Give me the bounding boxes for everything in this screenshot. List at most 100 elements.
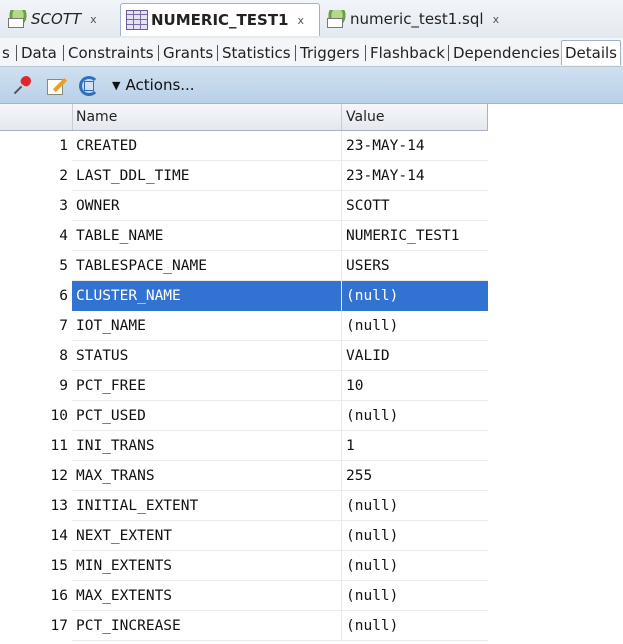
close-icon[interactable]: x	[90, 13, 97, 26]
table-row[interactable]: 14 NEXT_EXTENT (null)	[0, 521, 488, 551]
table-row[interactable]: 5 TABLESPACE_NAME USERS	[0, 251, 488, 281]
property-name-cell[interactable]: LAST_DDL_TIME	[72, 161, 342, 191]
row-number: 12	[50, 468, 68, 484]
property-value-cell[interactable]: (null)	[342, 581, 488, 611]
grid-header: Name Value	[0, 104, 488, 131]
edit-icon[interactable]	[46, 75, 66, 95]
sql-file-icon	[327, 10, 347, 28]
subtab-separator	[448, 45, 449, 61]
table-row[interactable]: 11 INI_TRANS 1	[0, 431, 488, 461]
table-row[interactable]: 17 PCT_INCREASE (null)	[0, 611, 488, 641]
tab-numeric-test1-sql[interactable]: numeric_test1.sql x	[327, 4, 527, 34]
property-value-cell[interactable]: (null)	[342, 311, 488, 341]
table-row[interactable]: 8 STATUS VALID	[0, 341, 488, 371]
subtab-details[interactable]: Details	[561, 40, 622, 65]
subtab-data[interactable]: Data	[21, 41, 57, 65]
column-header-name[interactable]: Name	[72, 104, 342, 130]
property-value-cell[interactable]: SCOTT	[342, 191, 488, 221]
row-number: 3	[59, 198, 68, 214]
property-name-cell[interactable]: INI_TRANS	[72, 431, 342, 461]
subtab-columns-partial[interactable]: s	[2, 41, 10, 65]
row-number: 7	[59, 318, 68, 334]
actions-menu-button[interactable]: ▼ Actions...	[112, 75, 195, 95]
row-number: 17	[50, 618, 68, 634]
table-icon	[126, 10, 148, 30]
property-name-cell[interactable]: MAX_EXTENTS	[72, 581, 342, 611]
property-value-cell[interactable]: 255	[342, 461, 488, 491]
property-name-cell[interactable]: TABLE_NAME	[72, 221, 342, 251]
row-number: 2	[59, 168, 68, 184]
property-name-cell[interactable]: PCT_USED	[72, 401, 342, 431]
close-icon[interactable]: x	[298, 14, 305, 27]
row-number-header	[0, 104, 73, 130]
property-name-cell[interactable]: INITIAL_EXTENT	[72, 491, 342, 521]
property-name-cell[interactable]: CLUSTER_NAME	[72, 281, 342, 311]
property-name-cell[interactable]: MIN_EXTENTS	[72, 551, 342, 581]
property-name-cell[interactable]: CREATED	[72, 131, 342, 161]
property-value-cell[interactable]: NUMERIC_TEST1	[342, 221, 488, 251]
subtab-separator	[63, 45, 64, 61]
table-row[interactable]: 1 CREATED 23-MAY-14	[0, 131, 488, 161]
details-toolbar: ▼ Actions...	[0, 67, 623, 104]
table-row[interactable]: 16 MAX_EXTENTS (null)	[0, 581, 488, 611]
pin-icon[interactable]	[15, 75, 35, 95]
table-row[interactable]: 13 INITIAL_EXTENT (null)	[0, 491, 488, 521]
property-value-cell[interactable]: (null)	[342, 611, 488, 641]
property-value-cell[interactable]: (null)	[342, 281, 488, 311]
subtab-flashback[interactable]: Flashback	[370, 41, 445, 65]
column-header-value[interactable]: Value	[342, 104, 488, 130]
property-name-cell[interactable]: NEXT_EXTENT	[72, 521, 342, 551]
dropdown-caret-icon: ▼	[112, 78, 121, 92]
subtab-separator	[295, 45, 296, 61]
subtab-separator	[217, 45, 218, 61]
property-name-cell[interactable]: TABLESPACE_NAME	[72, 251, 342, 281]
row-number: 15	[50, 558, 68, 574]
table-row[interactable]: 4 TABLE_NAME NUMERIC_TEST1	[0, 221, 488, 251]
subtab-statistics[interactable]: Statistics	[222, 41, 291, 65]
subtab-grants[interactable]: Grants	[163, 41, 213, 65]
sql-connection-icon	[8, 10, 28, 28]
subtab-constraints[interactable]: Constraints	[68, 41, 154, 65]
row-number: 14	[50, 528, 68, 544]
table-row[interactable]: 7 IOT_NAME (null)	[0, 311, 488, 341]
close-icon[interactable]: x	[493, 13, 500, 26]
property-name-cell[interactable]: STATUS	[72, 341, 342, 371]
property-value-cell[interactable]: 10	[342, 371, 488, 401]
property-value-cell[interactable]: 23-MAY-14	[342, 131, 488, 161]
property-name-cell[interactable]: MAX_TRANS	[72, 461, 342, 491]
table-row[interactable]: 15 MIN_EXTENTS (null)	[0, 551, 488, 581]
subtab-separator	[158, 45, 159, 61]
row-number: 16	[50, 588, 68, 604]
table-row[interactable]: 3 OWNER SCOTT	[0, 191, 488, 221]
tab-scott-connection[interactable]: SCOTT x	[8, 4, 120, 34]
property-value-cell[interactable]: (null)	[342, 491, 488, 521]
property-value-cell[interactable]: (null)	[342, 551, 488, 581]
row-number: 4	[59, 228, 68, 244]
property-value-cell[interactable]: (null)	[342, 401, 488, 431]
subtab-dependencies[interactable]: Dependencies	[453, 41, 560, 65]
property-name-cell[interactable]: PCT_INCREASE	[72, 611, 342, 641]
property-value-cell[interactable]: (null)	[342, 521, 488, 551]
property-name-cell[interactable]: PCT_FREE	[72, 371, 342, 401]
row-number: 1	[59, 138, 68, 154]
property-value-cell[interactable]: VALID	[342, 341, 488, 371]
property-value-cell[interactable]: 23-MAY-14	[342, 161, 488, 191]
row-number: 11	[50, 438, 68, 454]
tab-label: SCOTT	[31, 10, 82, 28]
property-name-cell[interactable]: OWNER	[72, 191, 342, 221]
table-row[interactable]: 12 MAX_TRANS 255	[0, 461, 488, 491]
row-number: 9	[59, 378, 68, 394]
tab-numeric-test1[interactable]: NUMERIC_TEST1 x	[120, 3, 320, 36]
refresh-icon[interactable]	[78, 75, 99, 96]
table-row[interactable]: 6 CLUSTER_NAME (null)	[0, 281, 488, 311]
property-value-cell[interactable]: 1	[342, 431, 488, 461]
property-value-cell[interactable]: USERS	[342, 251, 488, 281]
subtab-triggers[interactable]: Triggers	[300, 41, 360, 65]
row-number: 5	[59, 258, 68, 274]
property-name-cell[interactable]: IOT_NAME	[72, 311, 342, 341]
table-row[interactable]: 2 LAST_DDL_TIME 23-MAY-14	[0, 161, 488, 191]
table-row[interactable]: 9 PCT_FREE 10	[0, 371, 488, 401]
row-number: 6	[59, 288, 68, 304]
row-number: 8	[59, 348, 68, 364]
table-row[interactable]: 10 PCT_USED (null)	[0, 401, 488, 431]
